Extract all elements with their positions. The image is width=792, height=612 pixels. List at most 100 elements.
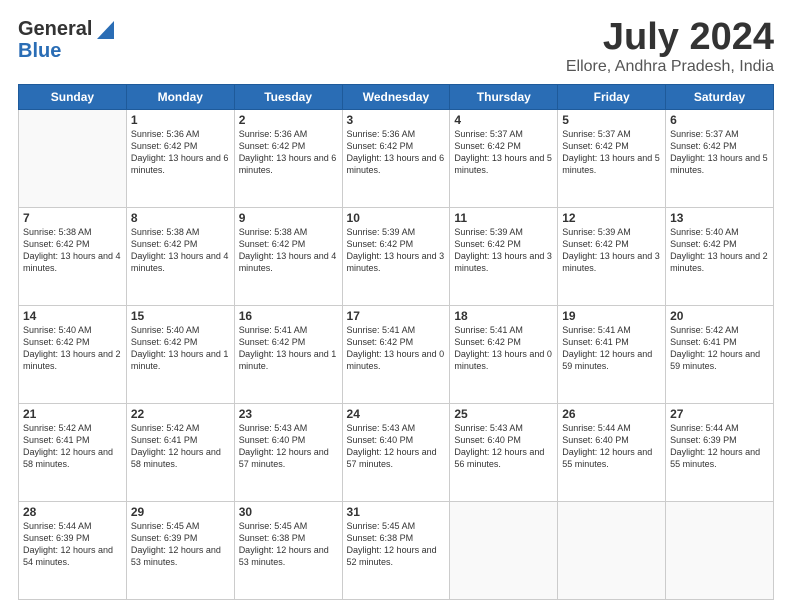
day-number: 8 xyxy=(131,211,230,225)
day-info: Sunrise: 5:45 AM Sunset: 6:38 PM Dayligh… xyxy=(347,520,446,569)
day-info: Sunrise: 5:41 AM Sunset: 6:42 PM Dayligh… xyxy=(454,324,553,373)
day-number: 16 xyxy=(239,309,338,323)
day-info: Sunrise: 5:44 AM Sunset: 6:39 PM Dayligh… xyxy=(23,520,122,569)
table-row: 27Sunrise: 5:44 AM Sunset: 6:39 PM Dayli… xyxy=(666,404,774,502)
day-number: 13 xyxy=(670,211,769,225)
day-info: Sunrise: 5:37 AM Sunset: 6:42 PM Dayligh… xyxy=(670,128,769,177)
day-info: Sunrise: 5:42 AM Sunset: 6:41 PM Dayligh… xyxy=(23,422,122,471)
table-row: 17Sunrise: 5:41 AM Sunset: 6:42 PM Dayli… xyxy=(342,306,450,404)
day-info: Sunrise: 5:38 AM Sunset: 6:42 PM Dayligh… xyxy=(239,226,338,275)
day-number: 19 xyxy=(562,309,661,323)
day-info: Sunrise: 5:36 AM Sunset: 6:42 PM Dayligh… xyxy=(131,128,230,177)
table-row xyxy=(666,502,774,600)
table-row: 20Sunrise: 5:42 AM Sunset: 6:41 PM Dayli… xyxy=(666,306,774,404)
day-info: Sunrise: 5:42 AM Sunset: 6:41 PM Dayligh… xyxy=(670,324,769,373)
day-info: Sunrise: 5:39 AM Sunset: 6:42 PM Dayligh… xyxy=(454,226,553,275)
logo-triangle-icon xyxy=(92,21,114,39)
day-info: Sunrise: 5:40 AM Sunset: 6:42 PM Dayligh… xyxy=(23,324,122,373)
logo-general-text: General xyxy=(18,18,92,41)
calendar-week-row: 21Sunrise: 5:42 AM Sunset: 6:41 PM Dayli… xyxy=(19,404,774,502)
day-number: 27 xyxy=(670,407,769,421)
day-number: 9 xyxy=(239,211,338,225)
table-row: 13Sunrise: 5:40 AM Sunset: 6:42 PM Dayli… xyxy=(666,208,774,306)
col-sunday: Sunday xyxy=(19,85,127,110)
col-wednesday: Wednesday xyxy=(342,85,450,110)
table-row: 19Sunrise: 5:41 AM Sunset: 6:41 PM Dayli… xyxy=(558,306,666,404)
table-row xyxy=(558,502,666,600)
day-info: Sunrise: 5:40 AM Sunset: 6:42 PM Dayligh… xyxy=(670,226,769,275)
day-number: 25 xyxy=(454,407,553,421)
day-number: 2 xyxy=(239,113,338,127)
day-number: 14 xyxy=(23,309,122,323)
day-info: Sunrise: 5:41 AM Sunset: 6:42 PM Dayligh… xyxy=(347,324,446,373)
day-number: 4 xyxy=(454,113,553,127)
table-row: 25Sunrise: 5:43 AM Sunset: 6:40 PM Dayli… xyxy=(450,404,558,502)
day-number: 24 xyxy=(347,407,446,421)
col-friday: Friday xyxy=(558,85,666,110)
day-info: Sunrise: 5:41 AM Sunset: 6:41 PM Dayligh… xyxy=(562,324,661,373)
calendar-week-row: 28Sunrise: 5:44 AM Sunset: 6:39 PM Dayli… xyxy=(19,502,774,600)
day-info: Sunrise: 5:42 AM Sunset: 6:41 PM Dayligh… xyxy=(131,422,230,471)
table-row: 22Sunrise: 5:42 AM Sunset: 6:41 PM Dayli… xyxy=(126,404,234,502)
table-row: 6Sunrise: 5:37 AM Sunset: 6:42 PM Daylig… xyxy=(666,110,774,208)
day-number: 28 xyxy=(23,505,122,519)
col-thursday: Thursday xyxy=(450,85,558,110)
col-saturday: Saturday xyxy=(666,85,774,110)
day-info: Sunrise: 5:40 AM Sunset: 6:42 PM Dayligh… xyxy=(131,324,230,373)
day-info: Sunrise: 5:45 AM Sunset: 6:39 PM Dayligh… xyxy=(131,520,230,569)
table-row xyxy=(19,110,127,208)
page: General Blue July 2024 Ellore, Andhra Pr… xyxy=(0,0,792,612)
day-number: 6 xyxy=(670,113,769,127)
table-row: 12Sunrise: 5:39 AM Sunset: 6:42 PM Dayli… xyxy=(558,208,666,306)
day-number: 31 xyxy=(347,505,446,519)
table-row: 24Sunrise: 5:43 AM Sunset: 6:40 PM Dayli… xyxy=(342,404,450,502)
day-info: Sunrise: 5:38 AM Sunset: 6:42 PM Dayligh… xyxy=(23,226,122,275)
day-number: 26 xyxy=(562,407,661,421)
col-tuesday: Tuesday xyxy=(234,85,342,110)
day-info: Sunrise: 5:36 AM Sunset: 6:42 PM Dayligh… xyxy=(347,128,446,177)
day-info: Sunrise: 5:37 AM Sunset: 6:42 PM Dayligh… xyxy=(562,128,661,177)
table-row: 29Sunrise: 5:45 AM Sunset: 6:39 PM Dayli… xyxy=(126,502,234,600)
day-number: 5 xyxy=(562,113,661,127)
day-info: Sunrise: 5:36 AM Sunset: 6:42 PM Dayligh… xyxy=(239,128,338,177)
day-info: Sunrise: 5:43 AM Sunset: 6:40 PM Dayligh… xyxy=(239,422,338,471)
table-row: 9Sunrise: 5:38 AM Sunset: 6:42 PM Daylig… xyxy=(234,208,342,306)
table-row: 7Sunrise: 5:38 AM Sunset: 6:42 PM Daylig… xyxy=(19,208,127,306)
day-number: 1 xyxy=(131,113,230,127)
calendar-week-row: 14Sunrise: 5:40 AM Sunset: 6:42 PM Dayli… xyxy=(19,306,774,404)
day-info: Sunrise: 5:45 AM Sunset: 6:38 PM Dayligh… xyxy=(239,520,338,569)
day-number: 21 xyxy=(23,407,122,421)
table-row: 15Sunrise: 5:40 AM Sunset: 6:42 PM Dayli… xyxy=(126,306,234,404)
calendar-week-row: 7Sunrise: 5:38 AM Sunset: 6:42 PM Daylig… xyxy=(19,208,774,306)
table-row: 18Sunrise: 5:41 AM Sunset: 6:42 PM Dayli… xyxy=(450,306,558,404)
table-row: 2Sunrise: 5:36 AM Sunset: 6:42 PM Daylig… xyxy=(234,110,342,208)
table-row: 28Sunrise: 5:44 AM Sunset: 6:39 PM Dayli… xyxy=(19,502,127,600)
day-info: Sunrise: 5:43 AM Sunset: 6:40 PM Dayligh… xyxy=(347,422,446,471)
logo-blue-text: Blue xyxy=(18,41,61,61)
table-row: 30Sunrise: 5:45 AM Sunset: 6:38 PM Dayli… xyxy=(234,502,342,600)
table-row: 1Sunrise: 5:36 AM Sunset: 6:42 PM Daylig… xyxy=(126,110,234,208)
day-number: 30 xyxy=(239,505,338,519)
table-row: 10Sunrise: 5:39 AM Sunset: 6:42 PM Dayli… xyxy=(342,208,450,306)
calendar-title: July 2024 xyxy=(566,18,774,56)
calendar-table: Sunday Monday Tuesday Wednesday Thursday… xyxy=(18,84,774,600)
table-row: 3Sunrise: 5:36 AM Sunset: 6:42 PM Daylig… xyxy=(342,110,450,208)
calendar-location: Ellore, Andhra Pradesh, India xyxy=(566,58,774,76)
day-number: 29 xyxy=(131,505,230,519)
day-info: Sunrise: 5:43 AM Sunset: 6:40 PM Dayligh… xyxy=(454,422,553,471)
table-row: 11Sunrise: 5:39 AM Sunset: 6:42 PM Dayli… xyxy=(450,208,558,306)
header: General Blue July 2024 Ellore, Andhra Pr… xyxy=(18,18,774,76)
day-info: Sunrise: 5:39 AM Sunset: 6:42 PM Dayligh… xyxy=(562,226,661,275)
day-number: 7 xyxy=(23,211,122,225)
day-number: 11 xyxy=(454,211,553,225)
table-row: 26Sunrise: 5:44 AM Sunset: 6:40 PM Dayli… xyxy=(558,404,666,502)
day-number: 22 xyxy=(131,407,230,421)
table-row: 16Sunrise: 5:41 AM Sunset: 6:42 PM Dayli… xyxy=(234,306,342,404)
day-number: 12 xyxy=(562,211,661,225)
day-info: Sunrise: 5:44 AM Sunset: 6:40 PM Dayligh… xyxy=(562,422,661,471)
table-row: 31Sunrise: 5:45 AM Sunset: 6:38 PM Dayli… xyxy=(342,502,450,600)
day-number: 3 xyxy=(347,113,446,127)
day-number: 23 xyxy=(239,407,338,421)
title-block: July 2024 Ellore, Andhra Pradesh, India xyxy=(566,18,774,76)
day-info: Sunrise: 5:38 AM Sunset: 6:42 PM Dayligh… xyxy=(131,226,230,275)
